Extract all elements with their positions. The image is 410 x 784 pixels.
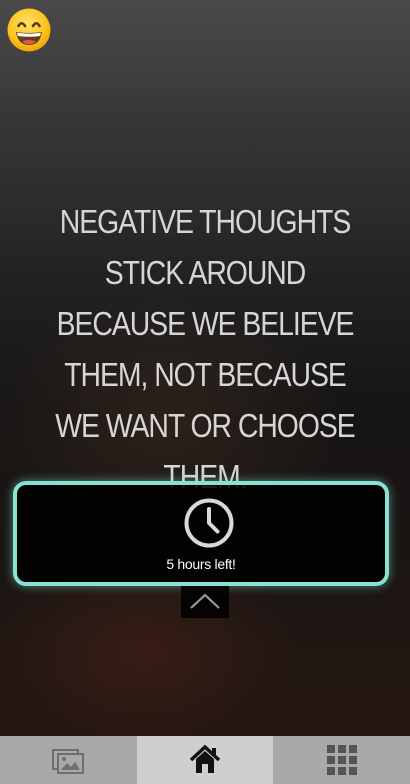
home-icon — [189, 744, 221, 773]
tab-home[interactable] — [136, 736, 274, 784]
tab-menu[interactable] — [273, 736, 410, 784]
time-left-label: 5 hours left! — [166, 556, 236, 572]
expand-handle[interactable] — [181, 586, 229, 618]
quote-text: NEGATIVE THOUGHTS STICK AROUND BECAUSE W… — [55, 203, 355, 495]
grinning-face-emoji-icon[interactable] — [6, 7, 52, 53]
photo-gallery-icon — [52, 749, 85, 774]
main-screen: NEGATIVE THOUGHTS STICK AROUND BECAUSE W… — [0, 0, 410, 736]
chevron-up-icon — [190, 593, 220, 609]
timer-card[interactable]: 5 hours left! — [13, 481, 389, 586]
clock-icon — [184, 498, 234, 548]
tab-gallery[interactable] — [0, 736, 137, 784]
grid-icon — [326, 745, 357, 775]
bottom-tab-bar — [0, 736, 410, 784]
